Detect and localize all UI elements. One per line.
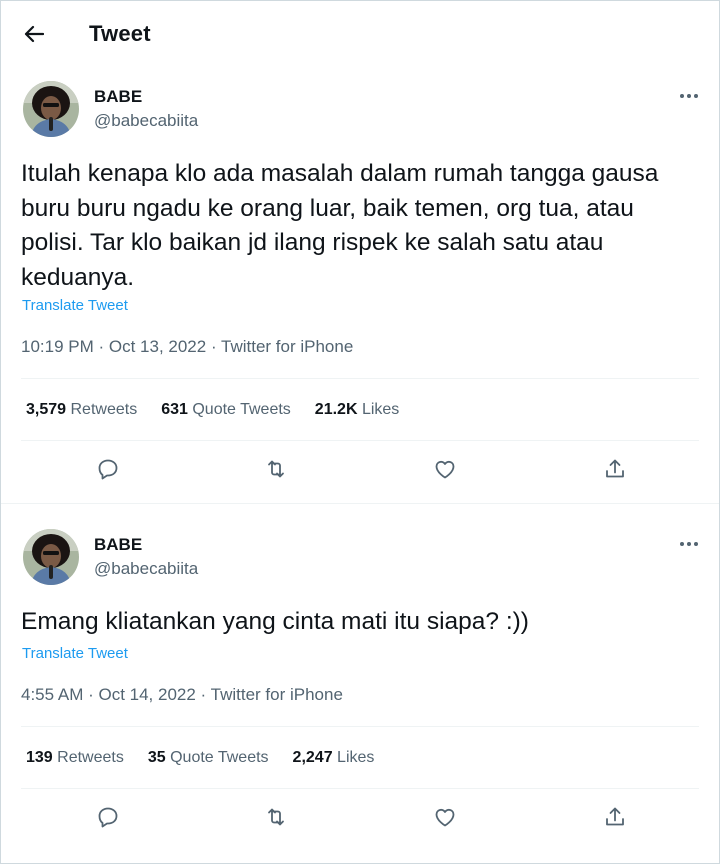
tweet-page: Tweet BABE @babecabiita Itulah kenapa kl… bbox=[0, 0, 720, 864]
tweet-stats: 3,579 Retweets 631 Quote Tweets 21.2K Li… bbox=[26, 401, 423, 419]
avatar[interactable] bbox=[23, 81, 79, 137]
retweets-stat[interactable]: 3,579 Retweets bbox=[26, 401, 137, 419]
reply-icon bbox=[98, 807, 118, 828]
divider bbox=[21, 378, 699, 379]
divider bbox=[1, 503, 719, 504]
back-button[interactable] bbox=[19, 21, 49, 47]
divider bbox=[21, 726, 699, 727]
reply-button[interactable] bbox=[93, 802, 123, 832]
header: Tweet bbox=[1, 1, 719, 67]
retweet-icon bbox=[268, 808, 284, 826]
more-button[interactable] bbox=[675, 534, 703, 554]
author-name[interactable]: BABE bbox=[94, 535, 142, 555]
tweet-stats: 139 Retweets 35 Quote Tweets 2,247 Likes bbox=[26, 749, 398, 767]
share-button[interactable] bbox=[600, 454, 630, 484]
reply-icon bbox=[98, 459, 118, 480]
translate-link[interactable]: Translate Tweet bbox=[22, 297, 128, 314]
retweets-stat[interactable]: 139 Retweets bbox=[26, 749, 124, 767]
more-button[interactable] bbox=[675, 86, 703, 106]
avatar[interactable] bbox=[23, 529, 79, 585]
divider bbox=[21, 788, 699, 789]
tweet-meta: 4:55 AM · Oct 14, 2022 · Twitter for iPh… bbox=[21, 685, 343, 704]
arrow-left-icon bbox=[24, 25, 44, 43]
like-button[interactable] bbox=[430, 802, 460, 832]
retweet-button[interactable] bbox=[261, 802, 291, 832]
more-icon bbox=[680, 542, 698, 546]
translate-link[interactable]: Translate Tweet bbox=[22, 645, 128, 662]
share-button[interactable] bbox=[600, 802, 630, 832]
quote-tweets-stat[interactable]: 35 Quote Tweets bbox=[148, 749, 269, 767]
share-icon bbox=[606, 807, 624, 826]
retweet-button[interactable] bbox=[261, 454, 291, 484]
share-icon bbox=[606, 459, 624, 478]
tweet-meta: 10:19 PM · Oct 13, 2022 · Twitter for iP… bbox=[21, 337, 354, 356]
author-handle[interactable]: @babecabiita bbox=[94, 111, 198, 131]
tweet-text: Emang kliatankan yang cinta mati itu sia… bbox=[21, 608, 529, 635]
tweet-text: Itulah kenapa klo ada masalah dalam ruma… bbox=[21, 160, 659, 291]
likes-stat[interactable]: 21.2K Likes bbox=[315, 401, 400, 419]
divider bbox=[21, 440, 699, 441]
page-title: Tweet bbox=[89, 21, 151, 46]
author-name[interactable]: BABE bbox=[94, 87, 142, 107]
more-icon bbox=[680, 94, 698, 98]
like-icon bbox=[435, 460, 455, 479]
like-icon bbox=[435, 808, 455, 827]
reply-button[interactable] bbox=[93, 454, 123, 484]
likes-stat[interactable]: 2,247 Likes bbox=[293, 749, 375, 767]
retweet-icon bbox=[268, 460, 284, 478]
quote-tweets-stat[interactable]: 631 Quote Tweets bbox=[161, 401, 291, 419]
author-handle[interactable]: @babecabiita bbox=[94, 559, 198, 579]
like-button[interactable] bbox=[430, 454, 460, 484]
